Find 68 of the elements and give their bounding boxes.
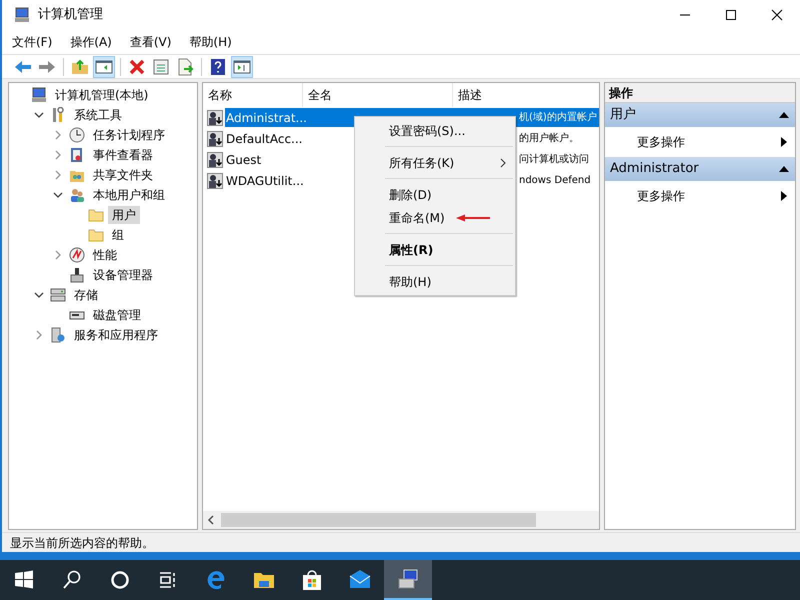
menu-item[interactable]: 属性(R) — [389, 240, 434, 258]
tree-item[interactable]: 共享文件夹 — [89, 166, 157, 184]
tree-node-icon — [50, 327, 66, 343]
menu-item[interactable]: 查看(V) — [130, 33, 172, 51]
menu-item[interactable]: 帮助(H) — [189, 33, 232, 51]
tree-item[interactable]: 设备管理器 — [89, 266, 157, 284]
tree-node-icon — [69, 147, 85, 163]
tree-item[interactable]: 系统工具 — [70, 106, 126, 124]
tree-item[interactable]: 存储 — [70, 286, 102, 304]
tree-item[interactable]: 任务计划程序 — [89, 126, 169, 144]
menu-item[interactable]: 所有任务(K) — [389, 154, 454, 172]
user-icon — [207, 110, 223, 126]
toolbar-button[interactable] — [231, 56, 253, 78]
menu-item[interactable]: 重命名(M) — [389, 208, 445, 226]
tree-item[interactable]: 磁盘管理 — [89, 306, 145, 324]
tree-item[interactable]: 事件查看器 — [89, 146, 157, 164]
action-link[interactable]: 更多操作 — [637, 187, 685, 205]
delete-icon — [128, 58, 146, 76]
horizontal-scrollbar[interactable] — [203, 511, 599, 529]
tree-node-icon — [31, 87, 47, 103]
tree-pane-icon — [95, 58, 113, 76]
user-icon — [207, 152, 223, 168]
tree-node-icon — [69, 187, 85, 203]
chevron-icon[interactable] — [34, 290, 44, 300]
user-description: 的用户帐户。 — [519, 132, 579, 146]
action-link[interactable]: 更多操作 — [637, 133, 685, 151]
action-pane-icon — [233, 58, 251, 76]
submenu-triangle-icon — [781, 191, 787, 201]
user-icon — [207, 130, 223, 146]
scrollbar-thumb[interactable] — [221, 513, 536, 527]
folder-up-icon — [71, 58, 89, 76]
menu-item[interactable]: 帮助(H) — [389, 272, 432, 290]
action-section-header[interactable]: 用户 — [605, 103, 795, 127]
properties-icon — [152, 58, 170, 76]
column-header[interactable]: 描述 — [453, 83, 599, 107]
tree-item[interactable]: 用户 — [108, 206, 140, 224]
folder-icon — [88, 207, 104, 223]
tree-node-icon — [69, 247, 85, 263]
menu-item[interactable]: 删除(D) — [389, 186, 432, 204]
tree-item[interactable]: 服务和应用程序 — [70, 326, 162, 344]
column-header[interactable]: 全名 — [303, 83, 453, 107]
shopping-bag-icon — [300, 568, 324, 592]
computer-management-icon — [396, 567, 420, 591]
user-icon — [207, 172, 223, 188]
window-title: 计算机管理 — [38, 6, 103, 24]
tree-item[interactable]: 计算机管理(本地) — [51, 86, 152, 104]
app-icon — [14, 7, 30, 23]
submenu-triangle-icon — [781, 137, 787, 147]
tree-node-icon — [69, 267, 85, 283]
user-description: 问计算机或访问 — [519, 152, 589, 167]
toolbar-button[interactable] — [93, 56, 115, 78]
tree-node-icon — [50, 287, 66, 303]
menu-item[interactable]: 操作(A) — [70, 33, 112, 51]
folder-icon — [88, 227, 104, 243]
help-icon — [209, 58, 227, 76]
tree-item[interactable]: 本地用户和组 — [89, 186, 169, 204]
column-header[interactable]: 名称 — [203, 83, 303, 107]
user-description: ndows Defend — [519, 174, 591, 188]
status-text: 显示当前所选内容的帮助。 — [10, 534, 154, 552]
action-pane-title: 操作 — [605, 83, 795, 103]
tree-node-icon — [50, 107, 66, 123]
export-list-icon — [176, 58, 194, 76]
tree-item[interactable]: 性能 — [89, 246, 121, 264]
user-description: 机(域)的内置帐户 — [519, 110, 597, 125]
action-section-header[interactable]: Administrator — [605, 157, 795, 181]
tree-node-icon — [69, 127, 85, 143]
menu-item[interactable]: 文件(F) — [12, 33, 52, 51]
tree-item[interactable]: 组 — [108, 226, 128, 244]
